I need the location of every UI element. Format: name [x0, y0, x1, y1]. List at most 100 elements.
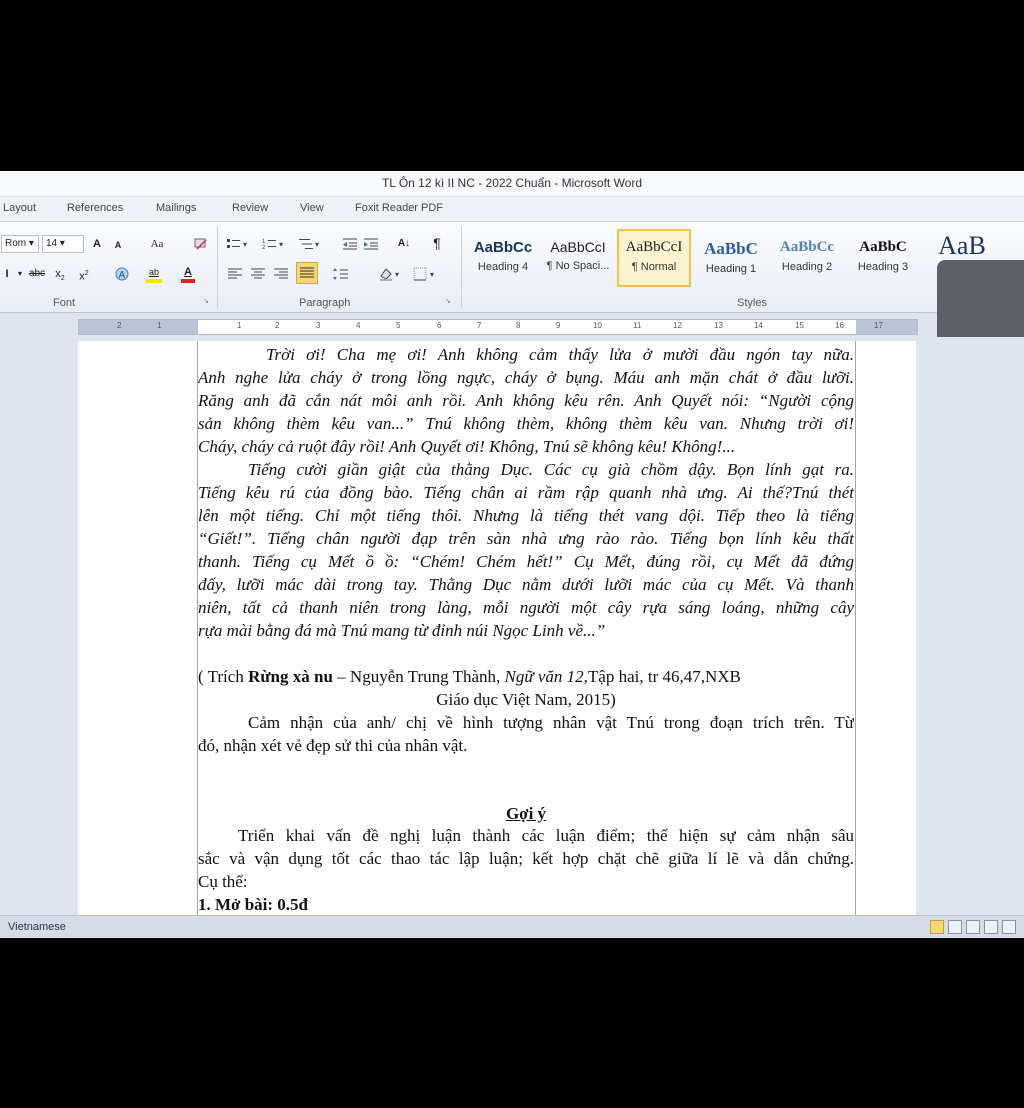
numbering-icon[interactable]: 1 2 ▾ — [260, 234, 290, 254]
ruler-number: 10 — [593, 321, 602, 330]
style-name: ¶ Normal — [631, 261, 677, 273]
ruler-number: 8 — [516, 321, 521, 330]
citation-suffix: ,Tập hai, tr 46,47,NXB — [583, 667, 741, 686]
ruler-number: 6 — [437, 321, 442, 330]
change-case-button[interactable]: Aa — [146, 234, 168, 254]
citation-author: – Nguyễn Trung Thành, — [332, 667, 505, 686]
passage-line: Tiếng cười giần giật của thằng Dục. Các … — [248, 460, 854, 479]
font-size-value: 14 — [46, 238, 58, 249]
ruler-number: 1 — [237, 321, 242, 330]
bullets-icon[interactable]: ▾ — [224, 234, 254, 254]
passage-line: đấy, lưỡi mác dài trong tay. Thằng Dục n… — [198, 575, 854, 594]
question-line: Cảm nhận của anh/ chị về hình tượng nhân… — [248, 713, 854, 732]
passage-line: niên, tất cả thanh niên trong làng, mỗi … — [198, 598, 854, 617]
styles-group-label: Styles — [737, 297, 767, 309]
ruler-number: 3 — [316, 321, 321, 330]
ruler-number: 1 — [157, 321, 162, 330]
align-left-icon[interactable] — [227, 264, 243, 284]
horizontal-ruler[interactable]: 2 1 1 2 3 4 5 6 7 8 9 10 11 12 13 14 15 … — [78, 319, 918, 335]
passage-line: rựa mài bằng đá mà Tnú mang từ đỉnh núi … — [198, 621, 606, 640]
style-sample: AaBbC — [859, 239, 907, 255]
language-indicator[interactable]: Vietnamese — [8, 921, 66, 933]
style-normal[interactable]: AaBbCcI ¶ Normal — [617, 229, 691, 287]
paragraph-dialog-launcher-icon[interactable]: ↘ — [444, 297, 452, 307]
tab-view[interactable]: View — [300, 202, 324, 214]
svg-text:A: A — [119, 270, 126, 281]
borders-icon[interactable]: ▾ — [411, 264, 441, 284]
justify-icon[interactable] — [296, 262, 318, 284]
style-sample: AaB — [938, 231, 986, 260]
document-page[interactable]: Trời ơi! Cha mẹ ơi! Anh không cảm thấy l… — [78, 341, 916, 915]
passage-line: “Giết!”. Tiếng chân người đạp trên sàn n… — [198, 529, 854, 548]
style-heading-4[interactable]: AaBbCc Heading 4 — [466, 229, 540, 287]
font-name-value: Rom — [5, 238, 27, 249]
svg-text:▾: ▾ — [315, 240, 319, 249]
question-line: đó, nhận xét vẻ đẹp sử thi của nhân vật. — [198, 736, 468, 755]
subscript-button[interactable]: x2 — [54, 264, 66, 284]
highlight-label: ab — [148, 267, 159, 277]
svg-text:▾: ▾ — [279, 240, 283, 249]
align-right-icon[interactable] — [273, 264, 289, 284]
style-sample: AaBbCc — [779, 239, 835, 255]
font-color-label: A — [184, 266, 192, 278]
passage-line: Tiếng kêu rú của đồng bào. Tiếng chân ai… — [198, 483, 854, 502]
tab-mailings[interactable]: Mailings — [156, 202, 196, 214]
highlight-color-swatch — [146, 279, 162, 283]
superscript-button[interactable]: x2 — [78, 264, 90, 284]
font-size-combo[interactable]: 14 ▾ — [42, 235, 84, 253]
strikethrough-button[interactable]: abc — [27, 264, 47, 284]
tab-references[interactable]: References — [67, 202, 123, 214]
shading-icon[interactable]: ▾ — [376, 264, 406, 284]
draft-icon[interactable] — [1002, 920, 1016, 934]
ruler-number: 11 — [633, 321, 642, 330]
right-margin-guide — [855, 341, 856, 915]
ruler-right-margin — [856, 320, 917, 334]
web-layout-icon[interactable] — [966, 920, 980, 934]
style-heading-1[interactable]: AaBbC Heading 1 — [694, 229, 768, 287]
style-no-spacing[interactable]: AaBbCcI ¶ No Spaci... — [541, 229, 615, 287]
print-layout-icon[interactable] — [930, 920, 944, 934]
font-color-button[interactable]: A — [181, 262, 195, 283]
ruler-number: 9 — [556, 321, 561, 330]
style-name: Heading 3 — [857, 261, 909, 273]
clear-formatting-icon[interactable] — [191, 234, 211, 254]
outline-icon[interactable] — [984, 920, 998, 934]
tab-layout[interactable]: Layout — [3, 202, 36, 214]
style-name: ¶ No Spaci... — [546, 260, 610, 272]
ruler-number: 2 — [117, 321, 122, 330]
title-bar: TL Ôn 12 kì II NC - 2022 Chuẩn - Microso… — [0, 171, 1024, 197]
style-heading-3[interactable]: AaBbC Heading 3 — [846, 229, 920, 287]
shrink-font-button[interactable]: A — [112, 235, 124, 255]
section-heading: 1. Mở bài: 0.5đ — [198, 895, 309, 914]
grow-font-button[interactable]: A — [90, 234, 104, 254]
passage-line: Răng anh đã cắn nát môi anh rồi. Anh khô… — [198, 391, 854, 410]
tab-review[interactable]: Review — [232, 202, 268, 214]
font-dialog-launcher-icon[interactable]: ↘ — [202, 297, 210, 307]
sort-button[interactable]: A↓ — [394, 234, 414, 254]
highlight-button[interactable]: ab — [145, 262, 163, 283]
ruler-number: 13 — [714, 321, 723, 330]
style-sample: AaBbCcI — [625, 239, 683, 255]
line-spacing-icon[interactable] — [331, 264, 353, 284]
align-center-icon[interactable] — [250, 264, 266, 284]
style-sample: AaBbCc — [473, 239, 533, 256]
bold-icon[interactable]: I — [2, 264, 12, 284]
text-effects-icon[interactable]: A — [112, 264, 132, 284]
ruler-number: 12 — [673, 321, 682, 330]
citation-book: Ngữ văn 12 — [504, 667, 584, 686]
font-name-combo[interactable]: Rom ▾ — [1, 235, 39, 253]
passage-line: lên một tiếng. Chỉ một tiếng thôi. Nhưng… — [198, 506, 854, 525]
passage-line: Cháy, cháy cả ruột đây rồi! Anh Quyết ơi… — [198, 437, 736, 456]
ruler-number: 7 — [477, 321, 482, 330]
hint-title: Gợi ý — [505, 804, 547, 823]
chevron-down-icon[interactable]: ▾ — [16, 264, 24, 284]
citation-work: Rừng xà nu — [248, 667, 333, 686]
tab-foxit-reader-pdf[interactable]: Foxit Reader PDF — [355, 202, 443, 214]
style-heading-2[interactable]: AaBbCc Heading 2 — [770, 229, 844, 287]
style-name: Heading 2 — [781, 261, 833, 273]
show-marks-button[interactable]: ¶ — [430, 233, 444, 253]
full-screen-reading-icon[interactable] — [948, 920, 962, 934]
increase-indent-icon[interactable] — [362, 234, 380, 254]
decrease-indent-icon[interactable] — [341, 234, 359, 254]
multilevel-list-icon[interactable]: ▾ — [296, 234, 326, 254]
